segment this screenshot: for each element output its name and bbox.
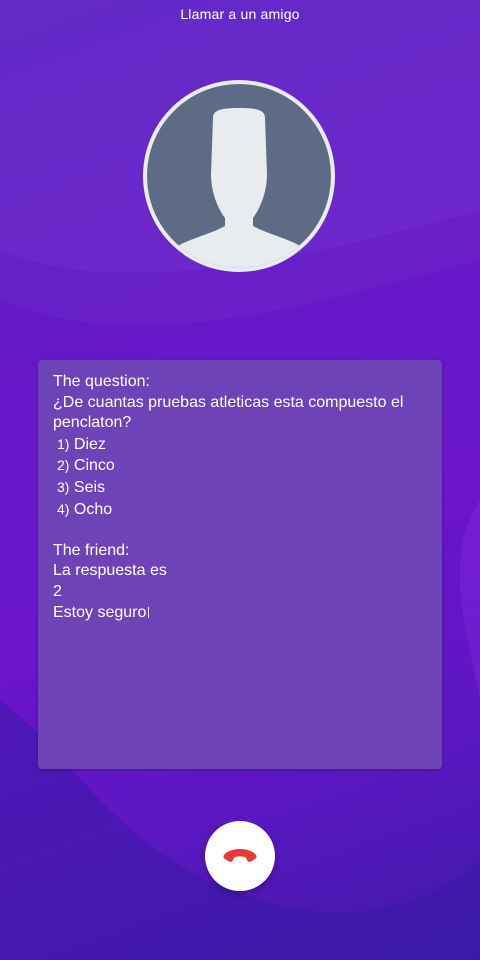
screen-title: Llamar a un amigo xyxy=(180,6,300,22)
question-text-line1: ¿De cuantas pruebas atleticas esta compu… xyxy=(53,393,404,411)
question-label: The question: xyxy=(53,373,150,390)
phone-hangup-icon xyxy=(223,849,257,862)
answer-intro: La respuesta es xyxy=(53,562,167,580)
question-text-line2: penclaton? xyxy=(53,414,132,432)
answer-option: 2) Cinco xyxy=(57,457,115,475)
answer-option: 1) Diez xyxy=(57,435,106,453)
answer-option: 3) Seis xyxy=(57,478,106,496)
person-silhouette-icon xyxy=(161,108,317,268)
conversation-panel: The question: ¿De cuantas pruebas atleti… xyxy=(38,360,442,769)
friend-label: The friend: xyxy=(53,541,130,559)
confidence-line: Estoy seguro xyxy=(53,603,433,624)
contact-avatar xyxy=(143,80,335,272)
hang-up-button[interactable] xyxy=(205,821,275,891)
answer-value: 2 xyxy=(53,582,62,600)
confidence-text: Estoy seguro xyxy=(53,603,147,621)
typing-cursor xyxy=(148,606,150,618)
answer-option: 4) Ocho xyxy=(57,500,113,518)
